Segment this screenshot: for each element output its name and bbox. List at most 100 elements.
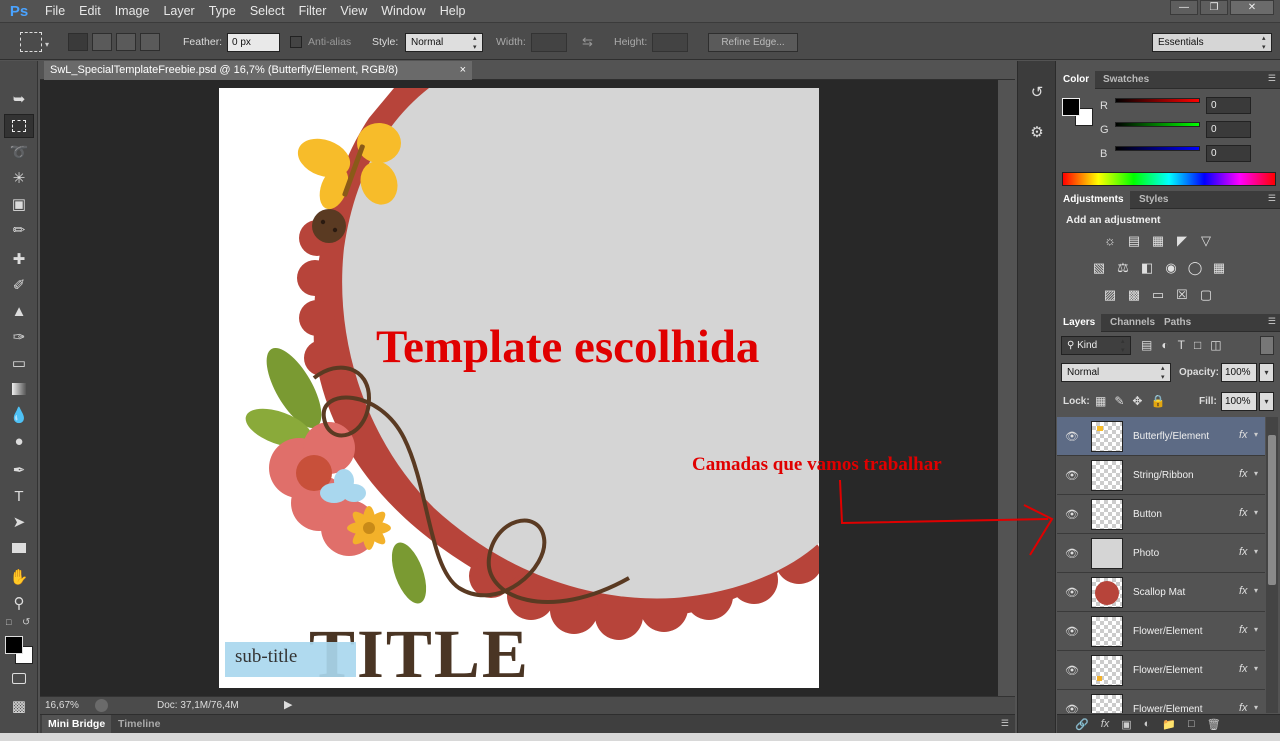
visibility-eye-icon[interactable]: 👁: [1065, 703, 1079, 713]
layer-kind-filter[interactable]: ⚲ Kind: [1061, 336, 1131, 355]
visibility-eye-icon[interactable]: 👁: [1065, 508, 1079, 521]
type-tool-icon[interactable]: T: [4, 484, 34, 508]
channel-r-slider[interactable]: [1115, 98, 1200, 103]
menu-select[interactable]: Select: [243, 0, 292, 22]
crop-tool-icon[interactable]: ▣: [4, 192, 34, 216]
layer-effects-toggle-icon[interactable]: ▾: [1254, 508, 1258, 517]
black-white-icon[interactable]: ◧: [1138, 260, 1156, 276]
blend-mode-select[interactable]: Normal: [1061, 363, 1171, 382]
tab-adjustments[interactable]: Adjustments: [1057, 191, 1130, 209]
clone-stamp-tool-icon[interactable]: ▲: [4, 299, 34, 323]
menu-edit[interactable]: Edit: [72, 0, 108, 22]
levels-icon[interactable]: ▤: [1125, 233, 1143, 249]
menu-layer[interactable]: Layer: [156, 0, 201, 22]
layer-row[interactable]: 👁 Flower/Element fx ▾: [1057, 651, 1265, 690]
dodge-tool-icon[interactable]: ●: [4, 429, 34, 453]
channel-b-input[interactable]: 0: [1206, 145, 1251, 162]
layer-effects-toggle-icon[interactable]: ▾: [1254, 664, 1258, 673]
visibility-eye-icon[interactable]: 👁: [1065, 547, 1079, 560]
eraser-tool-icon[interactable]: ▭: [4, 351, 34, 375]
rect-marquee-tool-icon[interactable]: [4, 114, 34, 138]
color-fg-swatch[interactable]: [1062, 98, 1080, 116]
fill-dropdown-icon[interactable]: ▾: [1259, 392, 1274, 411]
style-select[interactable]: Normal: [405, 33, 483, 52]
panel-menu-icon[interactable]: ☰: [1268, 73, 1276, 84]
add-selection-icon[interactable]: [92, 33, 112, 51]
document-tab[interactable]: SwL_SpecialTemplateFreebie.psd @ 16,7% (…: [44, 61, 472, 80]
opacity-input[interactable]: 100%: [1221, 363, 1257, 382]
delete-layer-icon[interactable]: 🗑: [1207, 718, 1221, 731]
vibrance-icon[interactable]: ▽: [1197, 233, 1215, 249]
filter-adjustment-icon[interactable]: ◐: [1161, 338, 1168, 352]
layer-row[interactable]: 👁 Flower/Element fx ▾: [1057, 612, 1265, 651]
new-adjustment-icon[interactable]: ◐: [1144, 718, 1151, 730]
lock-all-icon[interactable]: 🔒: [1150, 394, 1165, 408]
channel-mixer-icon[interactable]: ◯: [1186, 260, 1204, 276]
layer-effects-toggle-icon[interactable]: ▾: [1254, 469, 1258, 478]
tab-styles[interactable]: Styles: [1133, 191, 1174, 209]
antialias-checkbox[interactable]: [290, 36, 302, 48]
menu-filter[interactable]: Filter: [292, 0, 334, 22]
color-lookup-icon[interactable]: ▦: [1210, 260, 1228, 276]
link-layers-icon[interactable]: 🔗: [1075, 718, 1089, 731]
layer-fx-icon[interactable]: fx: [1239, 546, 1248, 558]
tab-color[interactable]: Color: [1057, 71, 1096, 89]
visibility-eye-icon[interactable]: 👁: [1065, 586, 1079, 599]
opacity-dropdown-icon[interactable]: ▾: [1259, 363, 1274, 382]
zoom-level[interactable]: 16,67%: [45, 700, 79, 711]
tab-mini-bridge[interactable]: Mini Bridge: [42, 715, 112, 734]
minimize-button[interactable]: —: [1170, 0, 1198, 15]
channel-b-slider[interactable]: [1115, 146, 1200, 151]
add-style-icon[interactable]: fx: [1101, 718, 1110, 730]
menu-view[interactable]: View: [333, 0, 374, 22]
filter-shape-icon[interactable]: □: [1194, 338, 1201, 352]
zoom-tool-icon[interactable]: ⚲: [4, 591, 34, 615]
lock-transparent-icon[interactable]: ▦: [1095, 394, 1106, 408]
lock-position-icon[interactable]: ✥: [1132, 394, 1142, 408]
workspace-select[interactable]: Essentials: [1152, 33, 1272, 52]
eyedropper-tool-icon[interactable]: ✏: [4, 218, 34, 242]
layer-row[interactable]: 👁 Button fx ▾: [1057, 495, 1265, 534]
panel-menu-icon[interactable]: ☰: [1001, 718, 1009, 729]
exposure-icon[interactable]: ◤: [1173, 233, 1191, 249]
path-select-tool-icon[interactable]: ➤: [4, 510, 34, 534]
menu-help[interactable]: Help: [433, 0, 473, 22]
gradient-map-icon[interactable]: ▢: [1197, 287, 1215, 303]
layer-row[interactable]: 👁 Flower/Element fx ▾: [1057, 690, 1265, 713]
menu-type[interactable]: Type: [202, 0, 243, 22]
history-panel-icon[interactable]: ↺: [1026, 83, 1048, 105]
new-layer-icon[interactable]: □: [1188, 718, 1195, 730]
quick-select-tool-icon[interactable]: ✳: [4, 166, 34, 190]
menu-image[interactable]: Image: [108, 0, 157, 22]
tab-close-icon[interactable]: ×: [460, 61, 466, 80]
layer-fx-icon[interactable]: fx: [1239, 468, 1248, 480]
panel-menu-icon[interactable]: ☰: [1268, 316, 1276, 327]
layer-fx-icon[interactable]: fx: [1239, 624, 1248, 636]
layers-scrollbar[interactable]: [1266, 417, 1278, 713]
menu-window[interactable]: Window: [374, 0, 432, 22]
swap-arrows-icon[interactable]: ⇆: [582, 34, 593, 50]
channel-r-input[interactable]: 0: [1206, 97, 1251, 114]
new-selection-icon[interactable]: [68, 33, 88, 51]
document-canvas[interactable]: Template escolhida TITLE sub-title: [219, 88, 819, 688]
layer-effects-toggle-icon[interactable]: ▾: [1254, 586, 1258, 595]
invert-icon[interactable]: ▨: [1101, 287, 1119, 303]
color-spectrum-ramp[interactable]: [1062, 172, 1276, 186]
brightness-icon[interactable]: ☼: [1101, 233, 1119, 249]
layer-effects-toggle-icon[interactable]: ▾: [1254, 625, 1258, 634]
layer-effects-toggle-icon[interactable]: ▾: [1254, 703, 1258, 712]
layer-fx-icon[interactable]: fx: [1239, 585, 1248, 597]
hue-saturation-icon[interactable]: ▧: [1090, 260, 1108, 276]
brush-tool-icon[interactable]: ✐: [4, 273, 34, 297]
layer-fx-icon[interactable]: fx: [1239, 429, 1248, 441]
close-button[interactable]: ✕: [1230, 0, 1274, 15]
intersect-selection-icon[interactable]: [140, 33, 160, 51]
restore-button[interactable]: ❐: [1200, 0, 1228, 15]
visibility-eye-icon[interactable]: 👁: [1065, 430, 1079, 443]
tab-swatches[interactable]: Swatches: [1097, 71, 1155, 89]
hand-tool-icon[interactable]: ✋: [4, 565, 34, 589]
color-balance-icon[interactable]: ⚖: [1114, 260, 1132, 276]
chevron-down-icon[interactable]: ▾: [45, 40, 49, 49]
height-input[interactable]: [652, 33, 688, 52]
photo-filter-icon[interactable]: ◉: [1162, 260, 1180, 276]
